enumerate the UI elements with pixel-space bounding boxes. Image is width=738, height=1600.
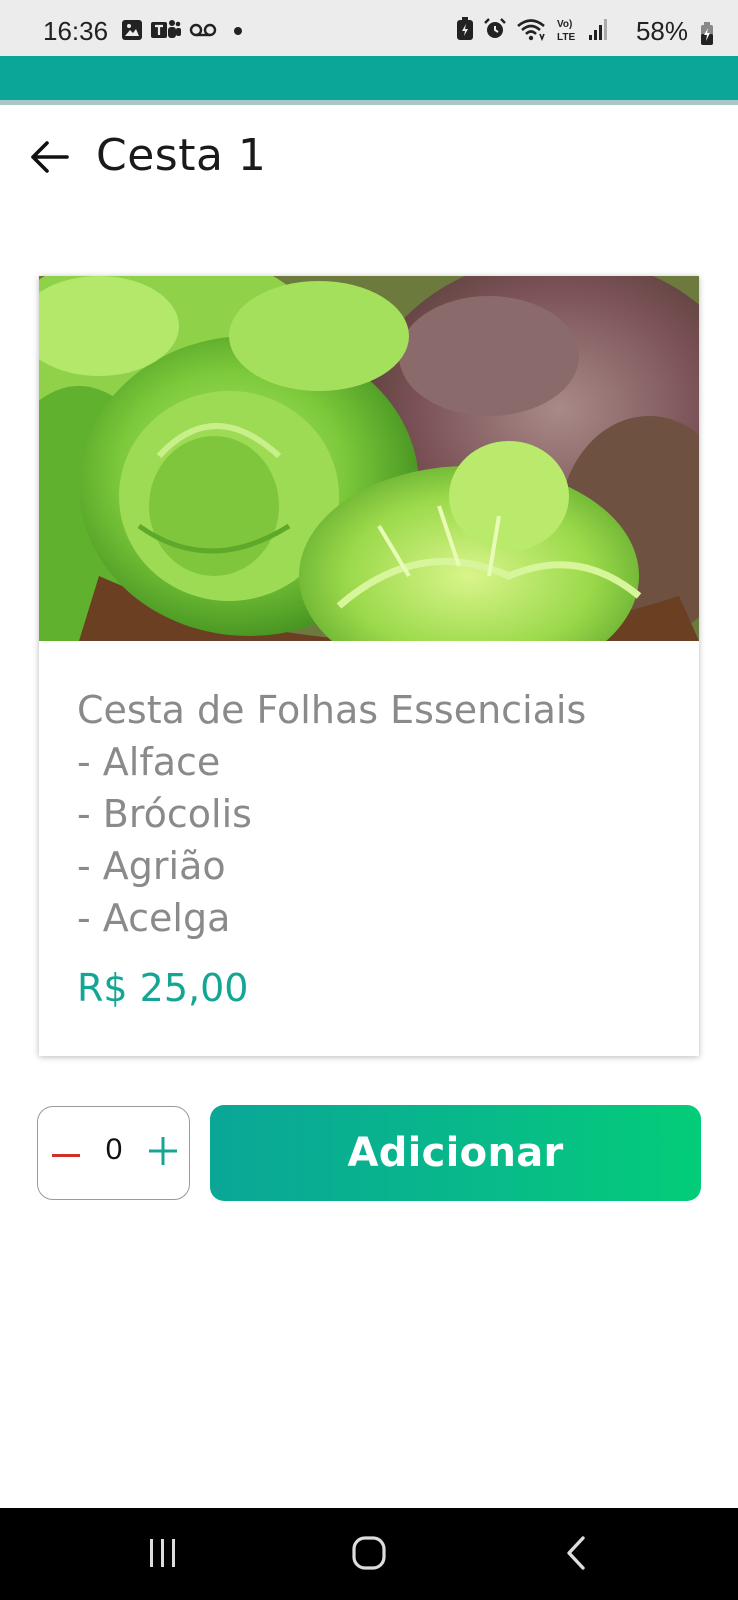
add-button-label: Adicionar — [347, 1130, 564, 1176]
status-time: 16:36 — [43, 16, 109, 46]
svg-text:LTE: LTE — [557, 32, 575, 42]
product-card: Cesta de Folhas Essenciais - Alface - Br… — [39, 276, 699, 1056]
quantity-stepper: 0 — [37, 1106, 190, 1200]
recent-apps-icon — [147, 1538, 179, 1573]
voicemail-icon — [189, 23, 217, 42]
system-nav-bar — [0, 1508, 738, 1600]
teams-icon — [151, 19, 181, 46]
page-title: Cesta 1 — [96, 130, 267, 181]
add-button[interactable]: Adicionar — [210, 1105, 701, 1201]
volte-icon: Vo) LTE — [555, 16, 579, 47]
alarm-icon — [483, 17, 507, 46]
product-name: Cesta de Folhas Essenciais — [77, 688, 587, 732]
quantity-value: 0 — [105, 1133, 123, 1166]
status-left-icons — [121, 19, 243, 46]
battery-saver-icon — [456, 16, 474, 46]
dot-icon — [233, 23, 243, 41]
battery-percent: 58% — [635, 16, 688, 46]
product-price: R$ 25,00 — [77, 966, 249, 1010]
home-button[interactable] — [344, 1532, 394, 1578]
list-item: - Alface — [77, 740, 221, 784]
image-icon — [121, 19, 143, 46]
status-bar: 16:36 Vo) LTE 58% — [0, 0, 738, 56]
app-bar-divider — [0, 100, 738, 105]
battery-icon — [700, 22, 714, 46]
product-image — [39, 276, 699, 641]
wifi-icon — [516, 17, 546, 46]
list-item: - Brócolis — [77, 792, 252, 836]
list-item: - Acelga — [77, 896, 231, 940]
decrement-button[interactable] — [51, 1134, 81, 1174]
increment-button[interactable] — [146, 1132, 180, 1174]
list-item: - Agrião — [77, 844, 226, 888]
back-nav-button[interactable] — [556, 1532, 596, 1578]
back-button[interactable] — [26, 136, 72, 182]
plus-icon — [149, 1136, 177, 1170]
app-bar — [0, 56, 738, 100]
chevron-left-icon — [565, 1535, 587, 1575]
status-right-icons: Vo) LTE — [456, 16, 610, 47]
product-description: Cesta de Folhas Essenciais - Alface - Br… — [77, 684, 677, 944]
arrow-left-icon — [29, 140, 69, 179]
minus-icon — [52, 1145, 80, 1163]
home-icon — [352, 1535, 386, 1575]
svg-text:Vo): Vo) — [557, 19, 572, 30]
recent-apps-button[interactable] — [140, 1532, 186, 1578]
signal-icon — [588, 17, 610, 46]
